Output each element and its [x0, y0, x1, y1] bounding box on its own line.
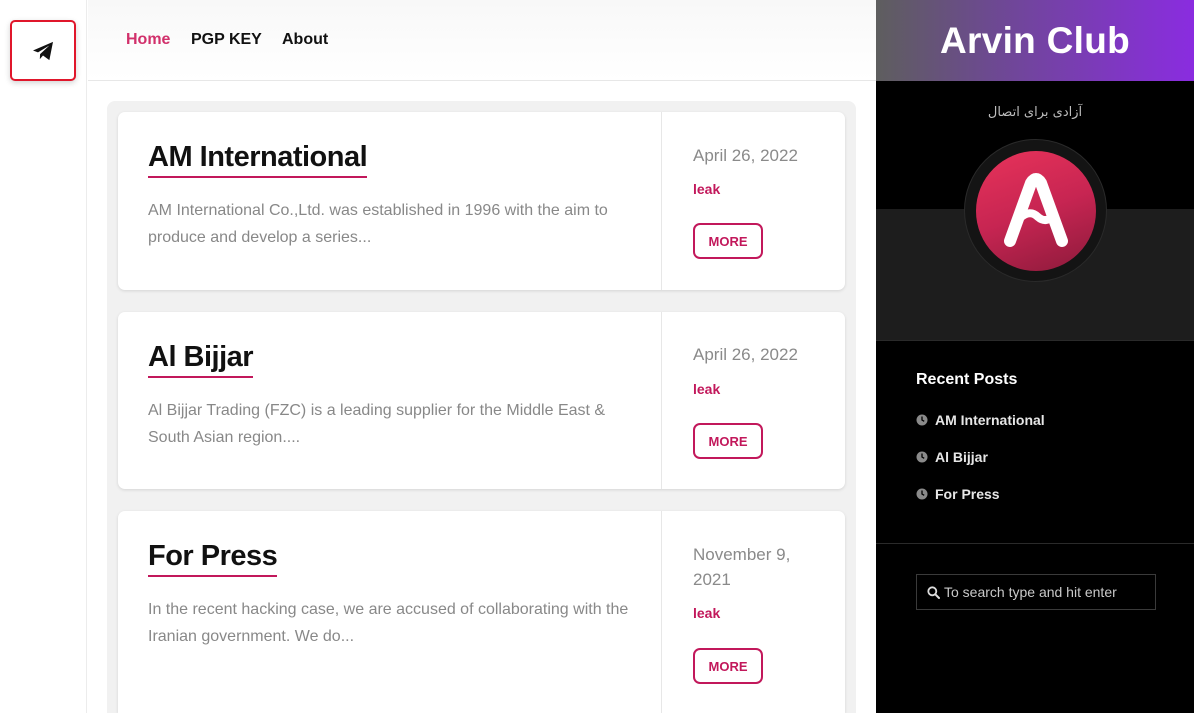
telegram-plane-icon: [33, 41, 53, 60]
recent-post-link[interactable]: For Press: [916, 486, 1000, 502]
search-input[interactable]: [944, 584, 1144, 600]
post-category[interactable]: leak: [693, 605, 720, 621]
post-card-body: For Press In the recent hacking case, we…: [118, 511, 662, 713]
post-category[interactable]: leak: [693, 381, 720, 397]
post-card-body: Al Bijjar Al Bijjar Trading (FZC) is a l…: [118, 312, 662, 489]
nav-pgp-key[interactable]: PGP KEY: [191, 31, 262, 49]
recent-post-label: Al Bijjar: [935, 449, 988, 465]
post-excerpt: AM International Co.,Ltd. was establishe…: [148, 202, 608, 246]
post-title[interactable]: Al Bijjar: [148, 340, 254, 378]
sidebar: Arvin Club آزادی برای اتصال Recent Posts…: [876, 0, 1194, 713]
avatar: [964, 139, 1107, 282]
post-date: April 26, 2022: [693, 345, 798, 364]
search-box: [916, 574, 1156, 610]
post-card: AM International AM International Co.,Lt…: [118, 112, 845, 290]
post-date: November 9, 2021: [693, 545, 791, 589]
post-excerpt: Al Bijjar Trading (FZC) is a leading sup…: [148, 402, 606, 446]
left-rail: [0, 0, 87, 713]
nav-about[interactable]: About: [282, 31, 328, 49]
brand-header: Arvin Club: [876, 0, 1194, 81]
avatar-logo: [975, 150, 1096, 271]
clock-icon: [916, 488, 928, 500]
clock-icon: [916, 414, 928, 426]
recent-post-link[interactable]: AM International: [916, 412, 1045, 428]
post-category[interactable]: leak: [693, 181, 720, 197]
post-excerpt: In the recent hacking case, we are accus…: [148, 601, 629, 645]
more-button[interactable]: MORE: [693, 223, 763, 259]
post-title[interactable]: For Press: [148, 539, 278, 577]
telegram-button[interactable]: [10, 20, 76, 81]
post-title[interactable]: AM International: [148, 140, 368, 178]
post-date: April 26, 2022: [693, 146, 798, 165]
post-card: For Press In the recent hacking case, we…: [118, 511, 845, 713]
recent-post-label: For Press: [935, 486, 1000, 502]
recent-post-label: AM International: [935, 412, 1045, 428]
more-button[interactable]: MORE: [693, 648, 763, 684]
search-icon: [927, 585, 940, 599]
site-title[interactable]: Arvin Club: [940, 20, 1130, 62]
arvin-a-logo-icon: [1003, 172, 1068, 247]
recent-posts-heading: Recent Posts: [916, 371, 1018, 388]
divider: [876, 543, 1194, 544]
recent-post-link[interactable]: Al Bijjar: [916, 449, 988, 465]
post-card-body: AM International AM International Co.,Lt…: [118, 112, 662, 290]
site-tagline: آزادی برای اتصال: [987, 105, 1083, 120]
more-button[interactable]: MORE: [693, 423, 763, 459]
post-card: Al Bijjar Al Bijjar Trading (FZC) is a l…: [118, 312, 845, 489]
clock-icon: [916, 451, 928, 463]
nav-home[interactable]: Home: [126, 31, 170, 49]
top-nav: Home PGP KEY About: [88, 0, 876, 81]
divider: [876, 340, 1194, 341]
